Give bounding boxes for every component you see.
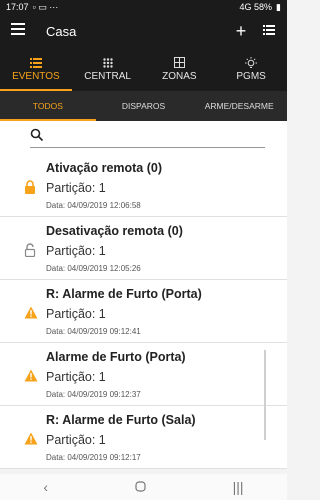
list-item[interactable]: Desativação remota (0) Partição: 1 Data:… [0, 217, 287, 280]
system-nav-bar: ‹ ||| [0, 474, 287, 500]
list-scrollbar[interactable] [264, 350, 266, 440]
notification-icons: ▫ ▭ ··· [32, 1, 59, 12]
search-bar [0, 121, 287, 154]
list-item[interactable]: Ativação remota (0) Partição: 1 Data: 04… [0, 154, 287, 217]
event-title: R: Alarme de Furto (Sala) [46, 413, 196, 427]
warning-icon [24, 306, 38, 320]
warning-icon [24, 432, 38, 446]
main-nav: EVENTOS CENTRAL ZONAS PGMS [0, 48, 287, 91]
recents-icon[interactable]: ||| [233, 479, 244, 495]
tab-arme-desarme[interactable]: ARME/DESARME [191, 91, 287, 121]
tab-label: CENTRAL [84, 71, 131, 82]
tab-zonas[interactable]: ZONAS [144, 48, 216, 91]
list-item[interactable]: R: Alarme de Furto (Sala) Partição: 1 Da… [0, 406, 287, 469]
home-icon[interactable] [135, 479, 146, 495]
add-icon[interactable]: + [231, 21, 251, 42]
app-bar: Casa + [0, 14, 287, 48]
event-title: R: Alarme de Furto (Porta) [46, 287, 202, 301]
filter-tabs: TODOS DISPAROS ARME/DESARME [0, 91, 287, 121]
tab-eventos[interactable]: EVENTOS [0, 48, 72, 91]
bulb-icon [245, 57, 258, 71]
list-icon [29, 57, 42, 71]
tab-disparos[interactable]: DISPAROS [96, 91, 192, 121]
search-icon [30, 128, 44, 142]
event-partition: Partição: 1 [46, 181, 106, 195]
list-options-icon[interactable] [259, 22, 279, 40]
status-time: 17:07 [6, 2, 29, 12]
page-title: Casa [46, 23, 77, 39]
search-input[interactable] [48, 127, 252, 147]
event-partition: Partição: 1 [46, 433, 106, 447]
event-date: Data: 04/09/2019 12:06:58 [46, 201, 141, 210]
event-title: Alarme de Furto (Porta) [46, 350, 186, 364]
menu-icon[interactable] [8, 22, 28, 40]
event-partition: Partição: 1 [46, 370, 106, 384]
warning-icon [24, 369, 38, 383]
tab-label: ZONAS [162, 71, 197, 82]
tab-todos[interactable]: TODOS [0, 91, 96, 121]
grid-icon [173, 57, 185, 71]
list-item[interactable]: R: Alarme de Furto (Porta) Partição: 1 D… [0, 280, 287, 343]
tab-central[interactable]: CENTRAL [72, 48, 144, 91]
event-list: Ativação remota (0) Partição: 1 Data: 04… [0, 154, 287, 474]
tab-pgms[interactable]: PGMS [215, 48, 287, 91]
tab-label: PGMS [236, 71, 266, 82]
search-underline [30, 147, 265, 148]
status-indicators: 4G 58% [239, 2, 273, 12]
event-title: Desativação remota (0) [46, 224, 183, 238]
back-icon[interactable]: ‹ [43, 479, 48, 495]
event-partition: Partição: 1 [46, 307, 106, 321]
event-title: Ativação remota (0) [46, 161, 163, 175]
lock-open-icon [24, 243, 38, 258]
event-partition: Partição: 1 [46, 244, 106, 258]
status-bar: 17:07 ▫ ▭ ··· 4G 58% ▮ [0, 0, 287, 14]
battery-icon: ▮ [276, 1, 281, 12]
event-date: Data: 04/09/2019 09:12:37 [46, 390, 141, 399]
event-date: Data: 04/09/2019 09:12:41 [46, 327, 141, 336]
keypad-icon [102, 57, 113, 71]
lock-closed-icon [24, 180, 38, 194]
list-item[interactable]: Alarme de Furto (Porta) Partição: 1 Data… [0, 343, 287, 406]
event-date: Data: 04/09/2019 12:05:26 [46, 264, 141, 273]
tab-label: EVENTOS [12, 71, 60, 82]
event-date: Data: 04/09/2019 09:12:17 [46, 453, 141, 462]
